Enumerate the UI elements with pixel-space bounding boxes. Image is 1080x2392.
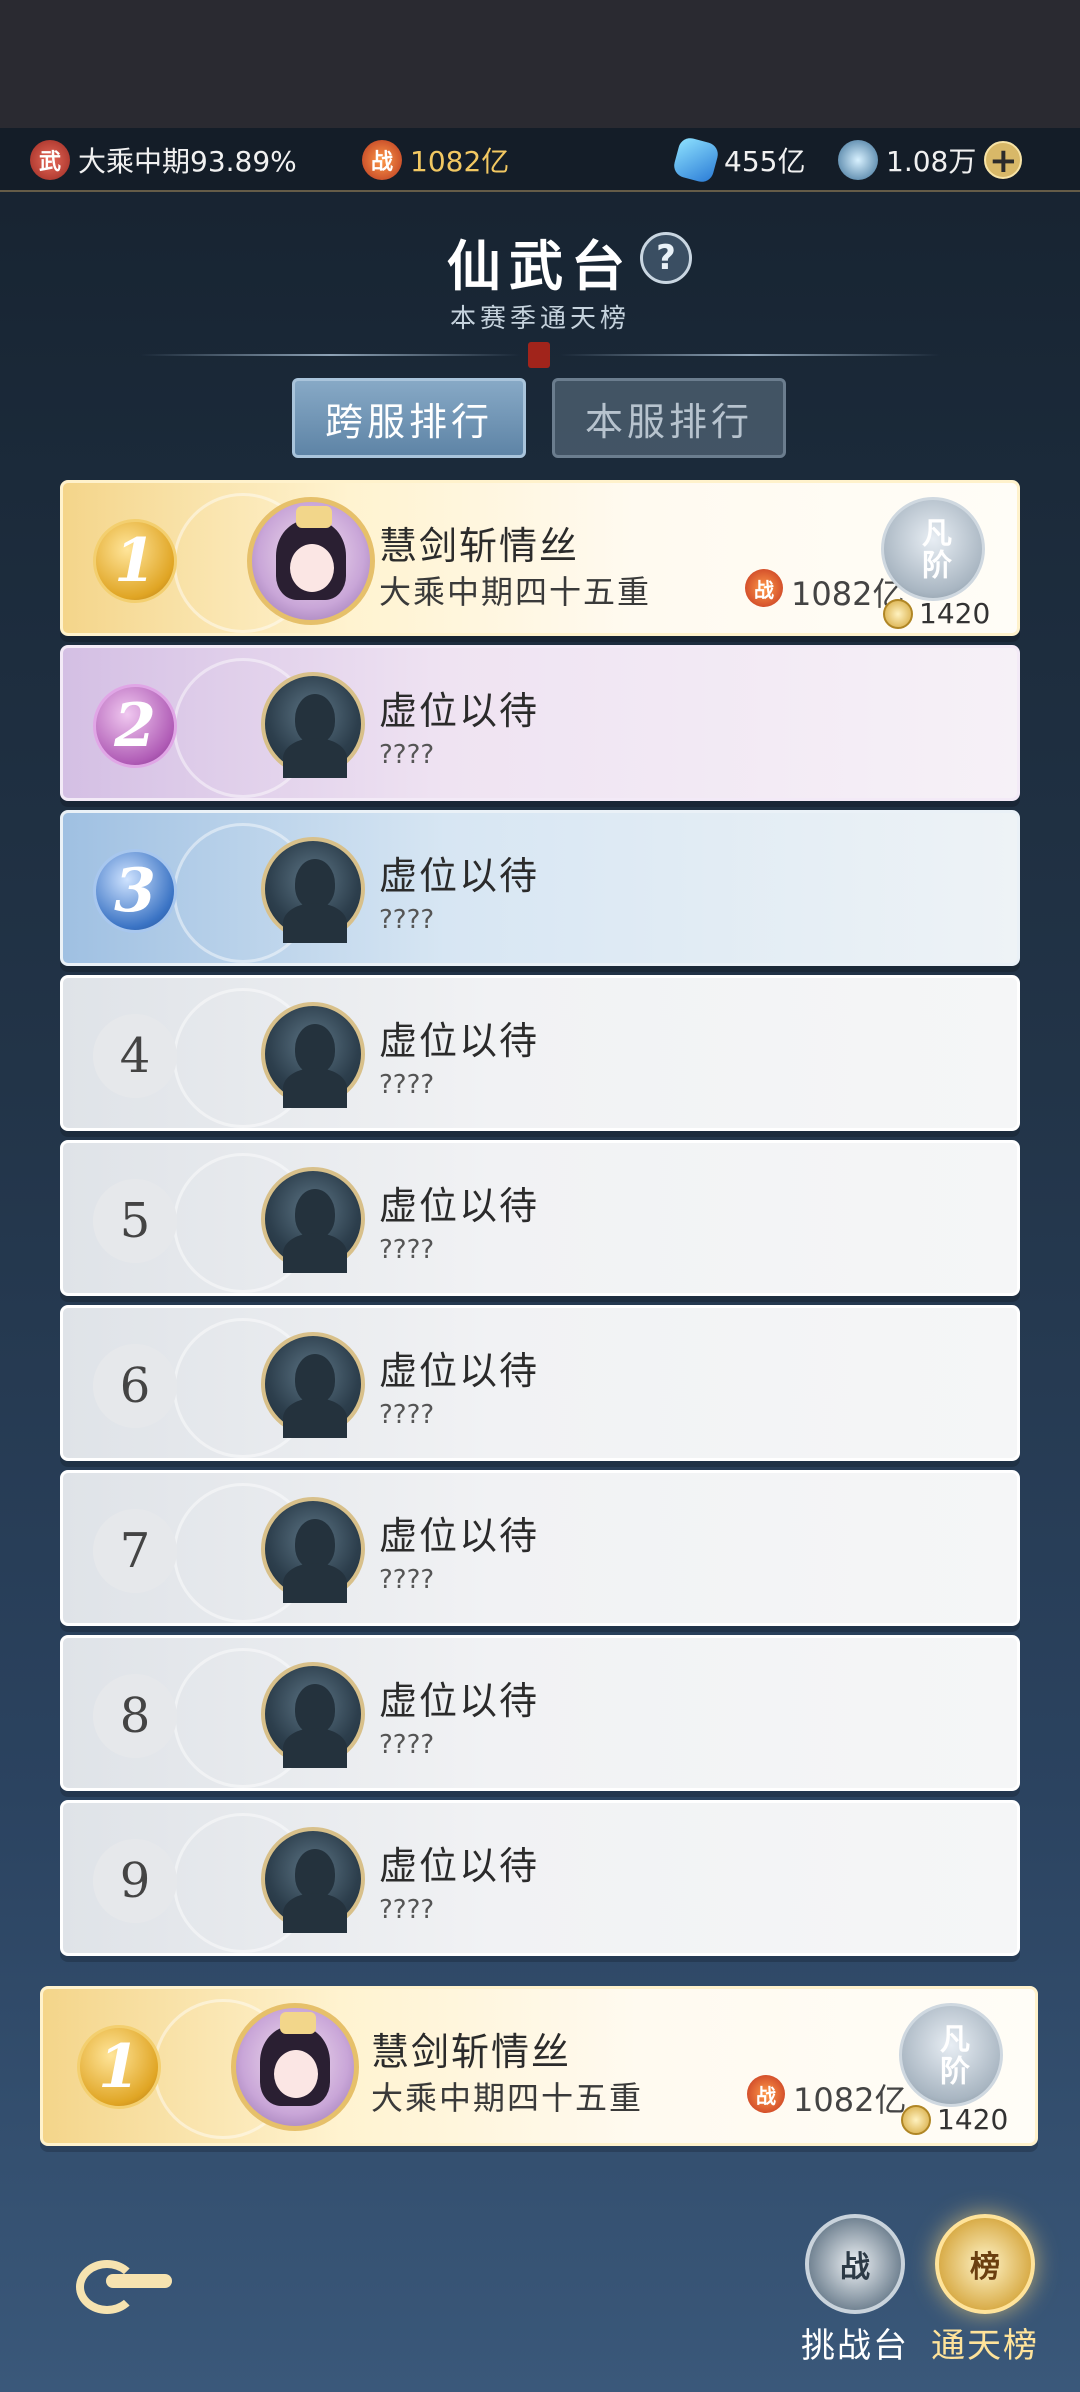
- player-name: 虚位以待: [379, 1679, 540, 1723]
- score-value: 1420: [937, 2103, 1009, 2136]
- rank-number: 8: [93, 1674, 177, 1758]
- realm-resource: 武 大乘中期93.89%: [30, 140, 297, 180]
- page-title: 仙武台: [447, 234, 633, 298]
- placeholder-avatar: [261, 672, 365, 778]
- player-info: ????: [379, 740, 435, 770]
- ranking-row-1[interactable]: 1 慧剑斩情丝 大乘中期四十五重 战 1082亿 凡阶 1420: [60, 480, 1020, 636]
- score-coin-icon: [883, 598, 913, 629]
- battle-power-icon: 战: [362, 140, 402, 180]
- challenge-icon: 战: [805, 2214, 905, 2314]
- rank-number: 6: [93, 1344, 177, 1428]
- ranking-row-5[interactable]: 5 虚位以待 ????: [60, 1140, 1020, 1296]
- player-info: ????: [379, 1895, 435, 1925]
- title-divider-left: [140, 354, 520, 356]
- placeholder-avatar: [261, 837, 365, 943]
- player-name: 虚位以待: [379, 1019, 540, 1063]
- ranking-row-6[interactable]: 6 虚位以待 ????: [60, 1305, 1020, 1461]
- placeholder-avatar: [261, 1827, 365, 1933]
- player-name: 虚位以待: [379, 1844, 540, 1888]
- avatar: [247, 497, 375, 625]
- ranking-row-8[interactable]: 8 虚位以待 ????: [60, 1635, 1020, 1791]
- placeholder-avatar: [261, 1332, 365, 1438]
- tab-cross-server[interactable]: 跨服排行: [292, 378, 526, 458]
- player-info: ????: [379, 1235, 435, 1265]
- rank-number: 5: [93, 1179, 177, 1263]
- coin-resource: 1.08万 +: [838, 140, 1023, 180]
- player-info: ????: [379, 1565, 435, 1595]
- grade-badge: 凡阶: [881, 497, 985, 601]
- rank-number: 9: [93, 1839, 177, 1923]
- rank-medal-gold: 1: [77, 2025, 161, 2109]
- seal-icon: [528, 342, 550, 368]
- title-divider-right: [560, 354, 940, 356]
- placeholder-avatar: [261, 1497, 365, 1603]
- battle-power-icon: 战: [745, 569, 783, 607]
- player-name: 虚位以待: [379, 689, 540, 733]
- top-decoration: [0, 0, 1080, 128]
- player-name: 虚位以待: [379, 854, 540, 898]
- avatar: [231, 2003, 359, 2131]
- ranking-row-3[interactable]: 3 虚位以待 ????: [60, 810, 1020, 966]
- spirit-coin-icon: [838, 140, 878, 180]
- player-realm: 大乘中期四十五重: [371, 2079, 644, 2117]
- tongtian-ranking-label: 通天榜: [931, 2326, 1039, 2366]
- ranking-row-4[interactable]: 4 虚位以待 ????: [60, 975, 1020, 1131]
- battle-power-text: 1082亿: [410, 145, 510, 178]
- coin-count: 1.08万: [886, 145, 977, 178]
- player-name: 虚位以待: [379, 1514, 540, 1558]
- add-coin-button[interactable]: +: [984, 141, 1023, 179]
- realm-progress-text: 大乘中期93.89%: [78, 145, 297, 178]
- player-name: 虚位以待: [379, 1349, 540, 1393]
- player-name: 虚位以待: [379, 1184, 540, 1228]
- ranking-icon: 榜: [935, 2214, 1035, 2314]
- back-cloud-button[interactable]: [54, 2244, 174, 2324]
- spirit-gem-icon: [671, 135, 721, 185]
- rank-medal-purple: 2: [93, 684, 177, 768]
- score-value: 1420: [919, 597, 991, 630]
- battle-power-value: 1082亿: [793, 2081, 907, 2119]
- wu-icon: 武: [30, 140, 70, 180]
- score: 1420: [883, 597, 990, 630]
- my-ranking-row[interactable]: 1 慧剑斩情丝 大乘中期四十五重 战 1082亿 凡阶 1420: [40, 1986, 1038, 2146]
- rank-medal-gold: 1: [93, 519, 177, 603]
- placeholder-avatar: [261, 1167, 365, 1273]
- rank-number: 4: [93, 1014, 177, 1098]
- ranking-row-2[interactable]: 2 虚位以待 ????: [60, 645, 1020, 801]
- power-resource: 战 1082亿: [362, 140, 509, 180]
- placeholder-avatar: [261, 1002, 365, 1108]
- ranking-row-7[interactable]: 7 虚位以待 ????: [60, 1470, 1020, 1626]
- page-subtitle: 本赛季通天榜: [449, 304, 630, 334]
- score: 1420: [901, 2103, 1008, 2136]
- gem-resource: 455亿: [671, 135, 806, 185]
- resource-bar: 武 大乘中期93.89% 战 1082亿 455亿 1.08万 +: [0, 128, 1080, 192]
- battle-power-icon: 战: [747, 2075, 785, 2113]
- player-name: 慧剑斩情丝: [371, 2030, 572, 2074]
- tongtian-ranking-button[interactable]: 榜 通天榜: [930, 2214, 1040, 2367]
- rank-number: 7: [93, 1509, 177, 1593]
- challenge-arena-label: 挑战台: [801, 2326, 909, 2366]
- header: 仙武台: [0, 222, 1080, 301]
- player-info: ????: [379, 905, 435, 935]
- gem-count: 455亿: [724, 145, 806, 178]
- tab-this-server[interactable]: 本服排行: [552, 378, 786, 458]
- ranking-row-9[interactable]: 9 虚位以待 ????: [60, 1800, 1020, 1956]
- player-name: 慧剑斩情丝: [379, 524, 580, 568]
- grade-badge: 凡阶: [899, 2003, 1003, 2107]
- score-coin-icon: [901, 2104, 931, 2135]
- help-button[interactable]: ?: [640, 232, 692, 284]
- player-info: ????: [379, 1070, 435, 1100]
- challenge-arena-button[interactable]: 战 挑战台: [800, 2214, 910, 2367]
- player-info: ????: [379, 1400, 435, 1430]
- player-realm: 大乘中期四十五重: [379, 573, 652, 611]
- placeholder-avatar: [261, 1662, 365, 1768]
- rank-medal-blue: 3: [93, 849, 177, 933]
- player-info: ????: [379, 1730, 435, 1760]
